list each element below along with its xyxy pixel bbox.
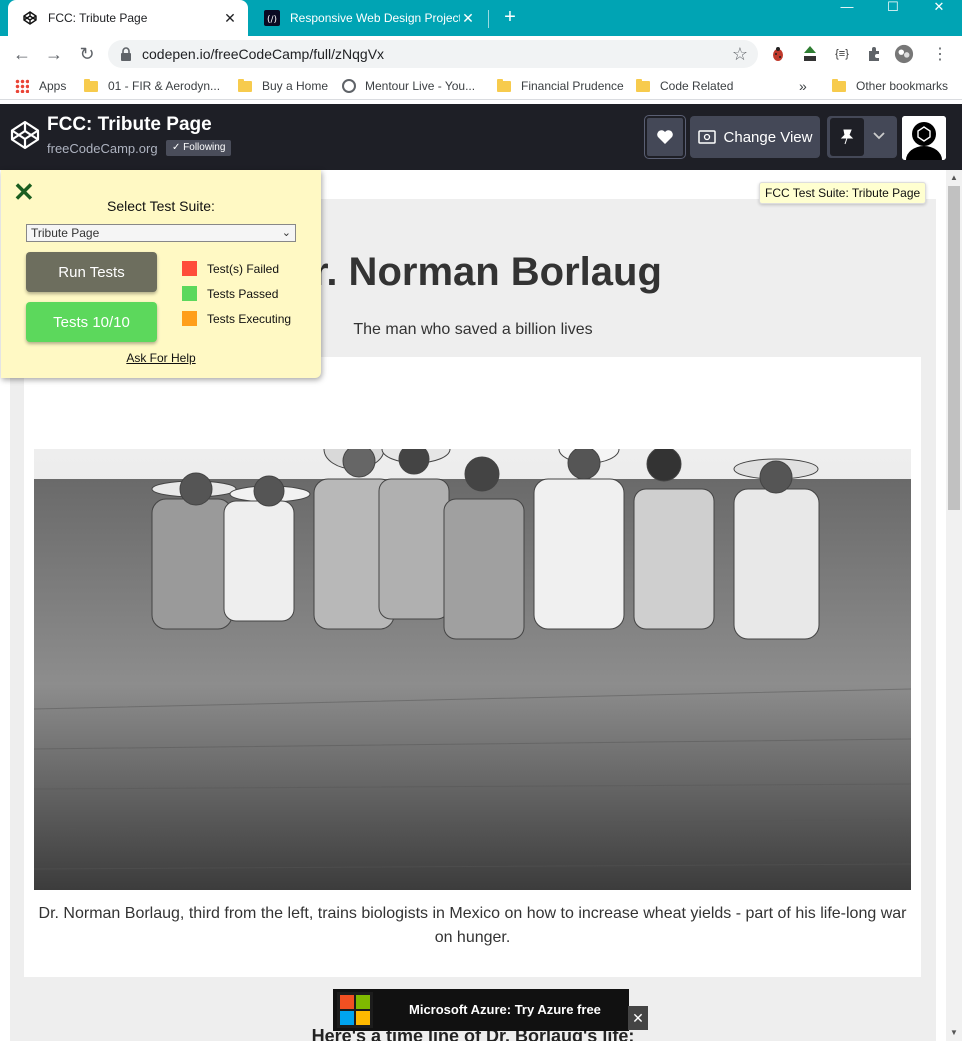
url-text: codepen.io/freeCodeCamp/full/zNqgVx <box>142 46 385 62</box>
folder-icon <box>84 78 98 92</box>
pin-button[interactable] <box>827 116 897 158</box>
address-bar[interactable]: codepen.io/freeCodeCamp/full/zNqgVx ☆ <box>108 40 758 68</box>
profile-avatar-icon[interactable] <box>894 44 914 64</box>
forward-arrow-icon[interactable]: → <box>42 42 66 66</box>
selected-suite: Tribute Page <box>31 226 100 240</box>
image-card: Dr. Norman Borlaug, third from the left,… <box>24 357 921 977</box>
bookmark-label: Other bookmarks <box>856 79 949 93</box>
bookmark-code-related[interactable]: Code Related <box>636 72 733 100</box>
close-window-icon[interactable]: ✕ <box>916 0 962 16</box>
change-view-button[interactable]: Change View <box>690 116 820 158</box>
json-extension-icon[interactable]: {≡} <box>832 44 852 64</box>
bookmark-other-bookmarks[interactable]: Other bookmarks <box>832 72 948 100</box>
test-suite-select[interactable]: Tribute Page ⌄ <box>26 224 296 242</box>
chevron-down-icon[interactable] <box>873 128 885 146</box>
ladybug-extension-icon[interactable] <box>768 44 788 64</box>
fcc-favicon-icon: (/) <box>264 10 280 26</box>
tab-divider <box>488 10 489 28</box>
minimize-icon[interactable]: — <box>824 0 870 16</box>
select-suite-label: Select Test Suite: <box>107 198 215 214</box>
legend-label: Test(s) Failed <box>207 261 280 276</box>
pin-icon <box>830 118 864 156</box>
legend-label: Tests Passed <box>207 286 279 301</box>
tab-fcc-tribute-page[interactable]: FCC: Tribute Page ✕ <box>8 0 248 36</box>
legend-failed: Test(s) Failed <box>182 261 279 276</box>
bookmark-apps[interactable]: Apps <box>15 72 66 100</box>
tab-responsive-web-design[interactable]: (/) Responsive Web Design Projects ✕ <box>250 0 486 36</box>
tab-close-icon[interactable]: ✕ <box>222 10 238 26</box>
change-view-label: Change View <box>723 128 813 146</box>
tab-close-icon[interactable]: ✕ <box>460 10 476 26</box>
apps-grid-icon <box>15 79 29 93</box>
folder-icon <box>497 78 511 92</box>
test-suite-tooltip: FCC Test Suite: Tribute Page <box>759 182 927 204</box>
azure-ad-banner[interactable]: Microsoft Azure: Try Azure free <box>333 989 629 1031</box>
html-validator-extension-icon[interactable] <box>800 44 820 64</box>
globe-icon <box>342 79 356 93</box>
browser-toolbar: ← → ↻ codepen.io/freeCodeCamp/full/zNqgV… <box>0 36 962 72</box>
svg-text:(/): (/) <box>267 15 277 25</box>
bookmark-label: Mentour Live - You... <box>365 79 476 93</box>
pen-owner-link[interactable]: freeCodeCamp.org <box>47 141 158 156</box>
passed-swatch <box>182 286 197 301</box>
ad-close-icon[interactable]: ✕ <box>628 1006 648 1030</box>
user-avatar[interactable] <box>902 116 946 160</box>
bookmark-label: 01 - FIR & Aerodyn... <box>108 79 221 93</box>
chevron-down-icon: ⌄ <box>281 227 291 239</box>
ask-for-help-link[interactable]: Ask For Help <box>1 351 321 365</box>
folder-icon <box>832 78 846 92</box>
heart-icon <box>657 130 673 144</box>
codepen-favicon-icon <box>22 10 38 26</box>
failed-swatch <box>182 261 197 276</box>
bookmark-label: Buy a Home <box>262 79 329 93</box>
tab-title: Responsive Web Design Projects <box>290 11 460 25</box>
scroll-up-arrow-icon[interactable]: ▲ <box>946 170 962 186</box>
reload-icon[interactable]: ↻ <box>75 42 99 66</box>
bookmarks-bar: Apps 01 - FIR & Aerodyn... Buy a Home Me… <box>0 72 962 100</box>
love-button[interactable] <box>644 115 686 159</box>
page-scrollbar[interactable]: ▲ ▼ <box>946 170 962 1041</box>
borlaug-photo <box>33 428 912 890</box>
new-tab-plus-icon[interactable]: + <box>500 7 520 28</box>
legend-executing: Tests Executing <box>182 311 291 326</box>
bookmark-label: Financial Prudence <box>521 79 624 93</box>
folder-icon <box>238 78 252 92</box>
scroll-down-arrow-icon[interactable]: ▼ <box>946 1025 962 1041</box>
bookmark-fir-aerodyn[interactable]: 01 - FIR & Aerodyn... <box>84 72 220 100</box>
back-arrow-icon[interactable]: ← <box>10 42 34 66</box>
executing-swatch <box>182 311 197 326</box>
folder-icon <box>636 78 650 92</box>
legend-label: Tests Executing <box>207 311 292 326</box>
ad-text: Microsoft Azure: Try Azure free <box>409 1002 601 1017</box>
run-tests-button[interactable]: Run Tests <box>26 252 157 292</box>
following-badge[interactable]: ✓ Following <box>166 140 232 156</box>
bookmark-star-icon[interactable]: ☆ <box>732 44 748 64</box>
scrollbar-thumb[interactable] <box>948 186 960 510</box>
tests-result-button[interactable]: Tests 10/10 <box>26 302 157 342</box>
pen-title: FCC: Tribute Page <box>47 114 212 135</box>
fcc-test-suite-panel: ✕ Select Test Suite: Tribute Page ⌄ Run … <box>1 170 321 378</box>
microsoft-logo-icon <box>337 992 373 1028</box>
bookmark-label: Apps <box>39 79 67 93</box>
browser-menu-icon[interactable]: ⋮ <box>930 44 950 64</box>
bookmark-mentour-live[interactable]: Mentour Live - You... <box>342 72 475 100</box>
codepen-logo-icon[interactable] <box>10 120 40 150</box>
image-caption: Dr. Norman Borlaug, third from the left,… <box>38 905 907 946</box>
browser-tab-strip: FCC: Tribute Page ✕ (/) Responsive Web D… <box>0 0 962 36</box>
bookmark-buy-a-home[interactable]: Buy a Home <box>238 72 328 100</box>
bookmark-label: Code Related <box>660 79 734 93</box>
lock-icon <box>120 47 134 61</box>
tab-title: FCC: Tribute Page <box>48 11 148 25</box>
maximize-icon[interactable]: ☐ <box>870 0 916 16</box>
bookmarks-overflow-chevron-icon[interactable]: » <box>799 72 807 100</box>
extensions-puzzle-icon[interactable] <box>864 44 884 64</box>
bookmark-financial-prudence[interactable]: Financial Prudence <box>497 72 624 100</box>
legend-passed: Tests Passed <box>182 286 278 301</box>
window-icon <box>697 130 716 144</box>
